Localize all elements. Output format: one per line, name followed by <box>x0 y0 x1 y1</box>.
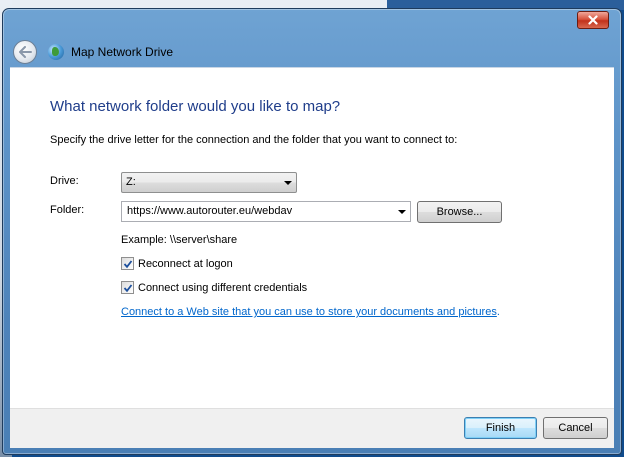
wizard-content: What network folder would you like to ma… <box>10 67 614 408</box>
link-period: . <box>496 306 500 318</box>
credentials-checkbox-row[interactable]: Connect using different credentials <box>121 281 307 294</box>
drive-label: Drive: <box>50 175 79 187</box>
chevron-down-icon <box>284 181 292 185</box>
close-icon <box>588 15 598 25</box>
reconnect-checkbox-row[interactable]: Reconnect at logon <box>121 257 233 270</box>
drive-select-value: Z: <box>126 176 136 188</box>
checkmark-icon <box>123 259 132 268</box>
reconnect-label: Reconnect at logon <box>138 257 233 270</box>
checkmark-icon <box>123 283 132 292</box>
back-button[interactable] <box>13 40 37 64</box>
drive-select[interactable]: Z: <box>121 172 297 193</box>
folder-label: Folder: <box>50 204 85 216</box>
example-text: Example: \\server\share <box>121 234 238 246</box>
back-arrow-icon <box>19 46 32 58</box>
credentials-label: Connect using different credentials <box>138 281 308 294</box>
chevron-down-icon <box>398 210 406 214</box>
folder-combobox[interactable]: https://www.autorouter.eu/webdav <box>121 201 411 222</box>
window-title: Map Network Drive <box>71 45 174 59</box>
network-drive-icon <box>48 44 64 60</box>
browse-button[interactable]: Browse... <box>417 201 502 223</box>
web-storage-link-row: Connect to a Web site that you can use t… <box>121 306 500 318</box>
folder-input-value: https://www.autorouter.eu/webdav <box>127 205 293 217</box>
credentials-checkbox[interactable] <box>121 281 134 294</box>
web-storage-link[interactable]: Connect to a Web site that you can use t… <box>121 306 497 318</box>
reconnect-checkbox[interactable] <box>121 257 134 270</box>
instruction-text: Specify the drive letter for the connect… <box>50 134 458 146</box>
dialog-footer: Finish Cancel <box>10 408 614 448</box>
wizard-header: Map Network Drive <box>10 33 614 71</box>
map-network-drive-dialog: Map Network Drive What network folder wo… <box>2 8 622 455</box>
finish-button[interactable]: Finish <box>464 417 537 439</box>
close-button[interactable] <box>577 11 609 29</box>
page-heading: What network folder would you like to ma… <box>50 98 341 115</box>
cancel-button[interactable]: Cancel <box>543 417 608 439</box>
